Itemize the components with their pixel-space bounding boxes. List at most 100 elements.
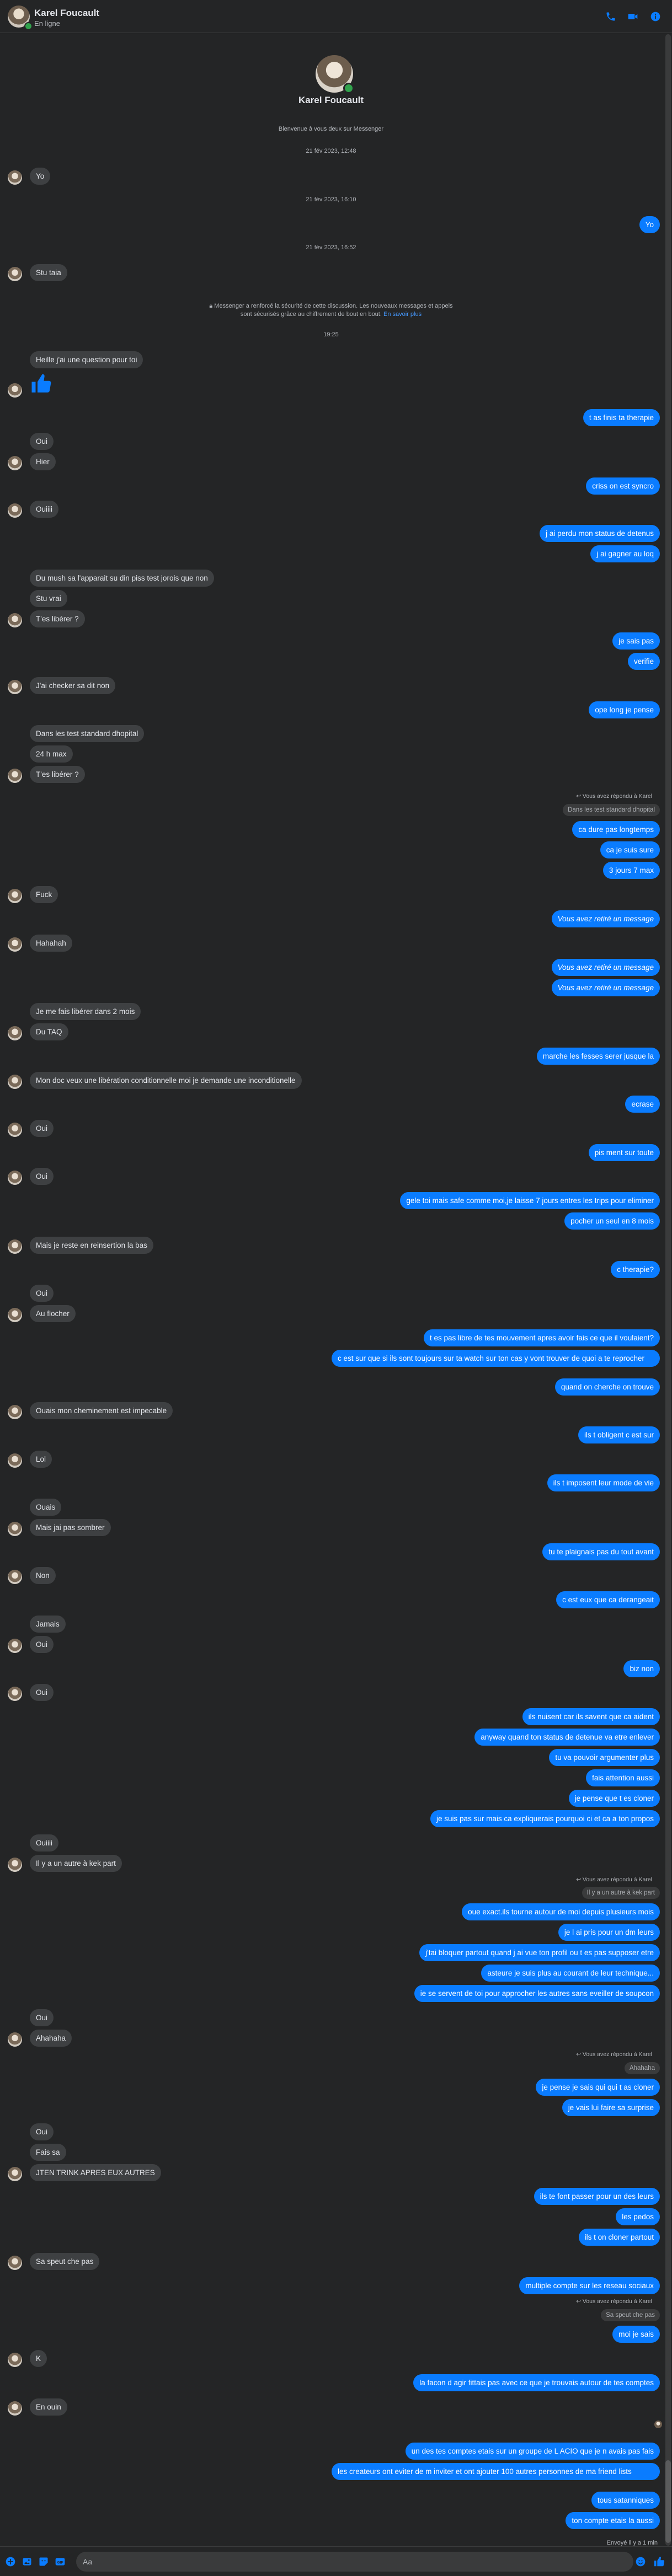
outgoing-message-bubble[interactable]: ca je suis sure	[600, 841, 660, 858]
avatar[interactable]	[8, 1075, 22, 1089]
emoji-icon[interactable]	[634, 2556, 647, 2568]
incoming-message-bubble[interactable]: Stu taia	[30, 264, 67, 281]
outgoing-message-bubble[interactable]: je pense je sais qui qui t as cloner	[536, 2079, 660, 2096]
outgoing-message-bubble[interactable]: verifie	[627, 653, 660, 670]
outgoing-message-bubble[interactable]: criss on est syncro	[586, 477, 660, 495]
avatar[interactable]	[8, 1123, 22, 1137]
learn-more-link[interactable]: En savoir plus	[383, 311, 422, 318]
avatar[interactable]	[8, 2256, 22, 2270]
avatar[interactable]	[8, 1858, 22, 1872]
avatar[interactable]	[8, 267, 22, 281]
outgoing-message-bubble[interactable]: Yo	[639, 216, 660, 233]
outgoing-message-bubble[interactable]: tu te plaignais pas du tout avant	[542, 1543, 660, 1560]
outgoing-message-bubble[interactable]: ton compte etais la aussi	[566, 2512, 660, 2529]
incoming-message-bubble[interactable]: Hahahah	[30, 935, 72, 952]
outgoing-message-bubble[interactable]: quand on cherche on trouve	[554, 1378, 660, 1396]
avatar[interactable]	[8, 1522, 22, 1536]
incoming-message-bubble[interactable]: Mon doc veux une libération conditionnel…	[30, 1072, 302, 1089]
outgoing-message-bubble[interactable]: ils t imposent leur mode de vie	[547, 1474, 660, 1491]
avatar[interactable]	[8, 1453, 22, 1468]
incoming-message-bubble[interactable]: Mais je reste en reinsertion la bas	[30, 1237, 153, 1254]
incoming-message-bubble[interactable]: Oui	[30, 1636, 54, 1653]
outgoing-message-bubble[interactable]: je sais pas	[612, 632, 660, 650]
outgoing-message-bubble[interactable]: ope long je pense	[589, 701, 660, 718]
outgoing-message-bubble[interactable]: tous satanniques	[591, 2492, 660, 2509]
outgoing-message-bubble[interactable]: ecrase	[625, 1096, 660, 1113]
incoming-message-bubble[interactable]: Mais jai pas sombrer	[30, 1519, 111, 1536]
outgoing-message-bubble[interactable]: marche les fesses serer jusque la	[536, 1048, 660, 1065]
incoming-message-bubble[interactable]: K	[30, 2350, 47, 2367]
video-icon[interactable]	[626, 9, 640, 24]
avatar[interactable]	[8, 503, 22, 518]
incoming-message-bubble[interactable]: Du mush sa l'apparait su din piss test j…	[30, 570, 214, 587]
incoming-message-bubble[interactable]: T'es libérer ?	[30, 766, 85, 783]
outgoing-message-bubble[interactable]: moi je sais	[612, 2326, 660, 2343]
outgoing-message-bubble[interactable]: multiple compte sur les reseau sociaux	[519, 2277, 660, 2294]
avatar[interactable]	[8, 2353, 22, 2367]
outgoing-message-bubble[interactable]: j ai gagner au loq	[590, 545, 660, 562]
avatar[interactable]	[8, 1239, 22, 1254]
incoming-message-bubble[interactable]: Du TAQ	[30, 1023, 68, 1040]
outgoing-message-bubble[interactable]: c est eux que ca derangeait	[556, 1591, 660, 1608]
avatar[interactable]	[8, 170, 22, 185]
scrollbar-thumb[interactable]	[665, 2460, 671, 2543]
contact-name[interactable]: Karel Foucault	[34, 8, 99, 19]
outgoing-message-bubble[interactable]: j ai perdu mon status de detenus	[540, 525, 660, 542]
outgoing-message-bubble[interactable]: t as finis ta therapie	[583, 409, 660, 426]
outgoing-message-bubble[interactable]: ca dure pas longtemps	[572, 821, 660, 838]
avatar[interactable]	[8, 680, 22, 694]
avatar[interactable]	[8, 769, 22, 783]
incoming-message-bubble[interactable]: Hier	[30, 453, 56, 470]
incoming-message-bubble[interactable]: Sa speut che pas	[30, 2253, 100, 2270]
phone-icon[interactable]	[604, 9, 618, 24]
incoming-message-bubble[interactable]: Jamais	[30, 1616, 66, 1633]
incoming-message-bubble[interactable]: Fuck	[30, 886, 58, 903]
incoming-message-bubble[interactable]: Oui	[30, 1285, 54, 1302]
outgoing-message-bubble[interactable]: biz non	[623, 1660, 660, 1677]
outgoing-message-bubble[interactable]: 3 jours 7 max	[602, 862, 660, 879]
photo-icon[interactable]	[21, 2556, 33, 2568]
deleted-message-bubble[interactable]: Vous avez retiré un message	[551, 979, 660, 996]
incoming-message-bubble[interactable]: Lol	[30, 1451, 52, 1468]
sticker-icon[interactable]	[38, 2556, 50, 2568]
avatar[interactable]	[8, 613, 22, 627]
incoming-message-bubble[interactable]: 24 h max	[30, 745, 73, 763]
outgoing-message-bubble[interactable]: asteure je suis plus au courant de leur …	[481, 1965, 660, 1982]
avatar[interactable]	[8, 456, 22, 470]
avatar[interactable]	[8, 2032, 22, 2047]
incoming-message-bubble[interactable]: Non	[30, 1567, 56, 1584]
outgoing-message-bubble[interactable]: je suis pas sur mais ca expliquerais pou…	[430, 1810, 660, 1827]
outgoing-message-bubble[interactable]: ils te font passer pour un des leurs	[534, 2188, 660, 2205]
gif-icon[interactable]: GIF	[54, 2556, 66, 2568]
outgoing-message-bubble[interactable]: ils t on cloner partout	[578, 2229, 660, 2246]
info-icon[interactable]	[648, 9, 663, 24]
incoming-message-bubble[interactable]: Ouiiii	[30, 501, 59, 518]
thumbs-up-icon[interactable]	[653, 2556, 665, 2568]
outgoing-message-bubble[interactable]: c therapie?	[611, 1261, 660, 1278]
incoming-message-bubble[interactable]: Je me fais libérer dans 2 mois	[30, 1003, 141, 1020]
outgoing-message-bubble[interactable]: la facon d agir fittais pas avec ce que …	[413, 2374, 660, 2391]
incoming-message-bubble[interactable]: Ouiiii	[30, 1834, 59, 1852]
message-input[interactable]	[76, 2552, 633, 2572]
avatar[interactable]	[8, 1405, 22, 1419]
incoming-message-bubble[interactable]: Oui	[30, 1168, 54, 1185]
outgoing-message-bubble[interactable]: je l ai pris pour un dm leurs	[558, 1924, 660, 1941]
incoming-message-bubble[interactable]: Heille j'ai une question pour toi	[30, 351, 143, 368]
outgoing-message-bubble[interactable]: ils t obligent c est sur	[578, 1426, 660, 1443]
avatar[interactable]	[8, 1308, 22, 1322]
incoming-message-bubble[interactable]: Yo	[30, 168, 51, 185]
outgoing-message-bubble[interactable]: fais attention aussi	[586, 1769, 660, 1786]
incoming-message-bubble[interactable]: J'ai checker sa dit non	[30, 677, 116, 694]
incoming-message-bubble[interactable]: Oui	[30, 1684, 54, 1701]
outgoing-message-bubble[interactable]: gele toi mais safe comme moi,je laisse 7…	[400, 1192, 660, 1209]
quoted-message[interactable]: Dans les test standard dhopital	[563, 804, 660, 816]
outgoing-message-bubble[interactable]: c est sur que si ils sont toujours sur t…	[332, 1350, 660, 1367]
incoming-message-bubble[interactable]: Stu vrai	[30, 590, 67, 607]
incoming-message-bubble[interactable]: Oui	[30, 433, 54, 450]
outgoing-message-bubble[interactable]: ie se servent de toi pour approcher les …	[414, 1985, 660, 2002]
incoming-message-bubble[interactable]: Oui	[30, 2009, 54, 2026]
outgoing-message-bubble[interactable]: tu va pouvoir argumenter plus	[549, 1749, 660, 1766]
incoming-message-bubble[interactable]: Fais sa	[30, 2144, 66, 2161]
avatar[interactable]	[8, 1687, 22, 1701]
incoming-message-bubble[interactable]: T'es libérer ?	[30, 610, 85, 627]
